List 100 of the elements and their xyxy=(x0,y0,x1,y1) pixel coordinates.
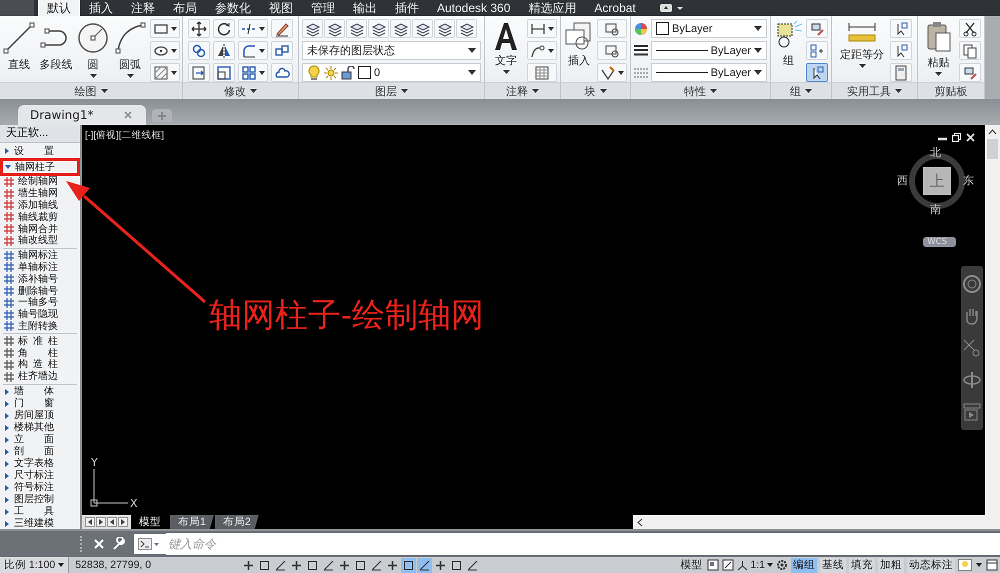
menu-section[interactable]: 三维建模 xyxy=(0,518,80,529)
layer-dropdown[interactable]: 0 xyxy=(302,63,481,82)
ribbon-tab[interactable]: 精选应用 xyxy=(519,0,586,16)
tool-button[interactable] xyxy=(959,63,981,82)
menu-section[interactable]: 楼梯其他 xyxy=(0,422,80,434)
tool-button[interactable] xyxy=(213,19,235,38)
draw-tool-button[interactable]: 多段线 xyxy=(39,19,73,72)
scroll-up-icon[interactable] xyxy=(988,129,997,135)
tool-button[interactable] xyxy=(213,63,235,82)
window-icon[interactable] xyxy=(986,559,998,571)
ribbon-tab[interactable]: 布局 xyxy=(164,0,206,16)
command-item[interactable]: 墙生轴网 xyxy=(0,188,59,200)
group-selection-toggle[interactable] xyxy=(806,63,828,82)
scroll-left-icon[interactable] xyxy=(636,518,643,526)
layout-icon[interactable] xyxy=(707,559,720,571)
ribbon-tab[interactable]: 参数化 xyxy=(206,0,260,16)
wrench-icon[interactable] xyxy=(112,537,126,551)
ribbon-tab[interactable]: 插件 xyxy=(386,0,428,16)
tool-button[interactable] xyxy=(188,41,210,60)
ribbon-tab[interactable]: 默认 xyxy=(38,0,80,16)
draw-tool-button[interactable]: 圆 xyxy=(76,19,110,79)
measure-tool-button[interactable]: 定距等分 xyxy=(837,19,887,69)
ribbon-tab[interactable]: 视图 xyxy=(260,0,302,16)
draw-tool-button[interactable]: 圆弧 xyxy=(113,19,147,79)
drafting-toggle[interactable] xyxy=(417,558,432,572)
panel-title[interactable]: 图层 xyxy=(299,82,484,99)
command-item[interactable]: 主附转换 xyxy=(0,320,59,332)
color-dropdown[interactable]: ByLayer xyxy=(651,19,767,38)
compass-label[interactable]: 北 xyxy=(930,145,941,160)
panel-title[interactable]: 绘图 xyxy=(0,82,182,99)
command-item[interactable]: 单轴标注 xyxy=(0,262,59,274)
tool-button[interactable] xyxy=(527,19,557,38)
tool-button[interactable] xyxy=(806,19,828,38)
menu-section[interactable]: 图层控制 xyxy=(0,494,80,506)
annotation-scale-dropdown[interactable]: 1:1 xyxy=(737,559,773,571)
layer-tool-button[interactable] xyxy=(324,19,345,38)
status-toggle[interactable]: 基线 xyxy=(820,558,846,572)
scroll-thumb[interactable] xyxy=(987,139,998,159)
tool-button[interactable] xyxy=(271,41,293,60)
ribbon-tab[interactable]: Acrobat xyxy=(585,0,645,16)
panel-title[interactable]: 特性 xyxy=(631,82,770,99)
status-toggle[interactable]: 动态标注 xyxy=(907,558,955,572)
tool-button[interactable] xyxy=(238,41,268,60)
insert-tool-button[interactable]: 插入 xyxy=(564,19,594,68)
lineweight-dropdown[interactable]: ByLayer xyxy=(651,41,767,60)
split-button[interactable] xyxy=(150,63,180,82)
layout-icon[interactable] xyxy=(722,559,734,571)
drafting-toggle[interactable] xyxy=(369,558,384,572)
split-button[interactable] xyxy=(150,19,180,38)
layer-tool-button[interactable] xyxy=(302,19,323,38)
tool-button[interactable] xyxy=(271,19,293,38)
compass-label[interactable]: 东 xyxy=(963,173,974,188)
document-tab[interactable]: Drawing1* xyxy=(18,105,146,125)
status-toggle[interactable]: 填充 xyxy=(849,558,875,572)
tool-button[interactable] xyxy=(890,19,912,38)
tool-button[interactable] xyxy=(597,41,627,60)
gear-icon[interactable] xyxy=(776,559,788,571)
model-space-label[interactable]: 模型 xyxy=(680,558,702,572)
linetype-dropdown[interactable]: ByLayer xyxy=(651,63,767,82)
menu-section[interactable]: 文字表格 xyxy=(0,458,80,470)
command-item[interactable]: 添补轴号 xyxy=(0,273,59,286)
tool-button[interactable] xyxy=(597,63,627,82)
command-item[interactable]: 角 柱 xyxy=(0,347,59,359)
command-item[interactable]: 删除轴号 xyxy=(0,285,59,297)
tool-button[interactable] xyxy=(238,19,268,38)
menu-section[interactable]: 符号标注 xyxy=(0,482,80,494)
steering-wheel-icon[interactable] xyxy=(962,274,982,294)
layer-tool-button[interactable] xyxy=(412,19,433,38)
layout-tab[interactable]: 布局2 xyxy=(214,515,259,529)
command-item[interactable]: 轴线裁剪 xyxy=(0,211,59,224)
zoom-icon[interactable] xyxy=(962,338,982,358)
split-button[interactable] xyxy=(150,41,180,60)
ribbon-tab[interactable]: 注释 xyxy=(122,0,164,16)
orbit-icon[interactable] xyxy=(962,370,982,390)
paste-tool-button[interactable]: 粘贴 xyxy=(921,19,956,77)
status-toggle[interactable]: 编组 xyxy=(791,558,817,572)
tool-button[interactable] xyxy=(806,41,828,60)
tool-button[interactable] xyxy=(527,63,557,82)
tool-button[interactable] xyxy=(271,63,293,82)
ribbon-tab[interactable]: 输出 xyxy=(344,0,386,16)
tab-navigation-icon[interactable] xyxy=(107,517,117,527)
tab-navigation-icon[interactable] xyxy=(96,517,106,527)
tool-button[interactable] xyxy=(597,19,627,38)
command-item[interactable]: 构 造 柱 xyxy=(0,358,59,371)
command-item[interactable]: 轴改线型 xyxy=(0,234,59,247)
panel-title[interactable]: 注释 xyxy=(485,82,560,99)
group-tool-button[interactable]: 组 xyxy=(774,19,803,68)
layer-tool-button[interactable] xyxy=(368,19,389,38)
horizontal-scrollbar[interactable] xyxy=(632,515,1000,529)
tool-button[interactable] xyxy=(188,63,210,82)
command-item[interactable]: 一轴多号 xyxy=(0,296,59,309)
menu-section[interactable]: 剖 面 xyxy=(0,446,80,458)
tool-button[interactable] xyxy=(890,63,912,82)
tool-button[interactable] xyxy=(213,41,235,60)
ribbon-tab[interactable]: 管理 xyxy=(302,0,344,16)
panel-title[interactable]: 实用工具 xyxy=(832,82,917,99)
menu-section[interactable]: 墙 体 xyxy=(0,386,80,398)
viewport-controls[interactable]: [-][俯视][二维线框] xyxy=(85,129,164,142)
menu-section[interactable]: 立 面 xyxy=(0,434,80,446)
layer-state-dropdown[interactable]: 未保存的图层状态 xyxy=(302,41,481,60)
